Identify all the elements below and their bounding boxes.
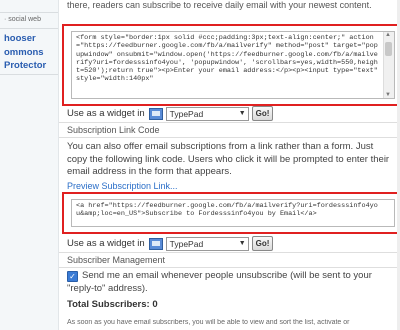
divider (59, 137, 400, 138)
unsubscribe-notify-option[interactable]: ✓ Send me an email whenever people unsubs… (67, 270, 392, 295)
form-code-highlight: <form style="border:1px solid #ccc;paddi… (62, 24, 400, 106)
divider (59, 252, 400, 253)
widget-row: Use as a widget in TypePad ▼ Go! (67, 106, 274, 121)
widget-label: Use as a widget in (67, 238, 145, 249)
scroll-down-icon[interactable]: ▼ (385, 92, 391, 98)
typepad-icon (148, 107, 163, 120)
total-subscribers: Total Subscribers: 0 (67, 299, 158, 310)
subscriber-footnote: As soon as you have email subscribers, y… (67, 319, 350, 326)
form-code-scrollbar[interactable]: ▲ ▼ (383, 32, 394, 98)
widget-label: Use as a widget in (67, 108, 145, 119)
widget-row: Use as a widget in TypePad ▼ Go! (67, 236, 274, 251)
scroll-thumb[interactable] (385, 42, 392, 56)
divider (59, 122, 400, 123)
intro-text: there, readers can subscribe to receive … (67, 0, 372, 10)
select-value: TypePad (169, 108, 204, 119)
sidebar-small-text: · social web (4, 16, 41, 23)
link-code-textarea[interactable]: <a href="https://feedburner.google.com/f… (71, 199, 395, 227)
main-content: there, readers can subscribe to receive … (59, 0, 400, 330)
checkbox-label: Send me an email whenever people unsubsc… (67, 270, 372, 294)
widget-platform-select[interactable]: TypePad ▼ (165, 236, 249, 251)
sidebar-link-protector[interactable]: Protector (4, 60, 46, 71)
scroll-up-icon[interactable]: ▲ (385, 32, 391, 38)
link-code-text[interactable]: <a href="https://feedburner.google.com/f… (76, 202, 380, 219)
chevron-down-icon: ▼ (238, 239, 246, 247)
chevron-down-icon: ▼ (238, 109, 246, 117)
link-code-highlight: <a href="https://feedburner.google.com/f… (62, 192, 400, 234)
divider (59, 267, 400, 268)
section-heading-subscription-link: Subscription Link Code (67, 125, 160, 135)
typepad-icon (148, 237, 163, 250)
subscription-link-description: You can also offer email subscriptions f… (67, 141, 390, 177)
checkbox-checked-icon[interactable]: ✓ (67, 271, 78, 282)
form-code-textarea[interactable]: <form style="border:1px solid #ccc;paddi… (71, 31, 395, 99)
go-button[interactable]: Go! (251, 236, 274, 251)
sidebar-link-chooser[interactable]: hooser (4, 33, 36, 44)
go-button[interactable]: Go! (251, 106, 274, 121)
divider (0, 12, 58, 13)
preview-subscription-link[interactable]: Preview Subscription Link... (67, 181, 178, 191)
sidebar-link-commons[interactable]: ommons (4, 47, 44, 58)
select-value: TypePad (169, 238, 204, 249)
form-code-text[interactable]: <form style="border:1px solid #ccc;paddi… (76, 34, 380, 84)
section-heading-subscriber-management: Subscriber Management (67, 255, 166, 265)
widget-platform-select[interactable]: TypePad ▼ (165, 106, 249, 121)
divider (0, 28, 58, 29)
left-sidebar: · social web hooser ommons Protector (0, 0, 59, 330)
divider (0, 74, 58, 75)
